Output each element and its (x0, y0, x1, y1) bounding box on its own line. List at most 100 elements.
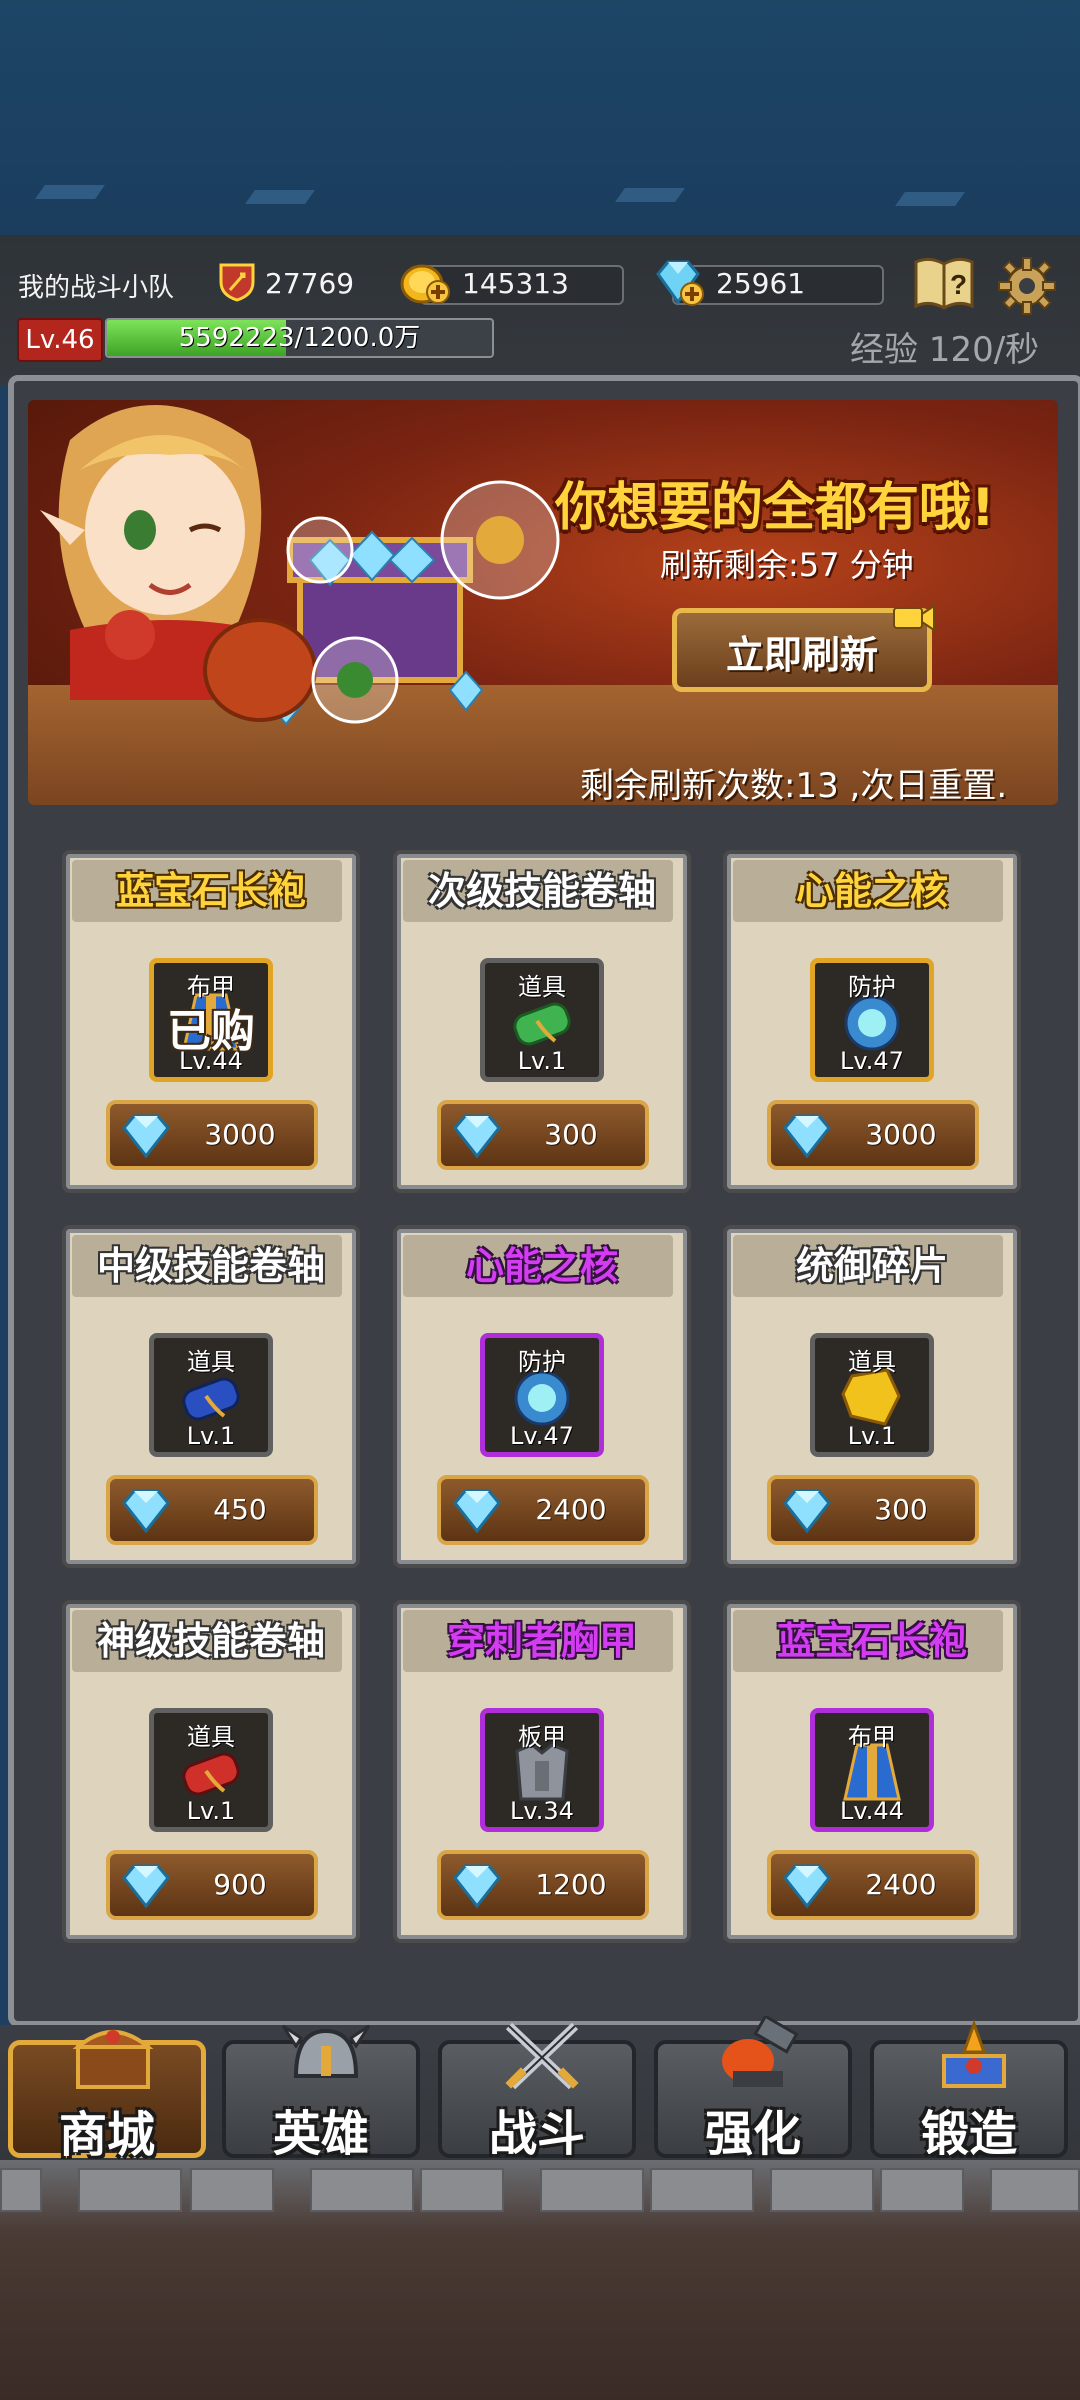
nav-tab-3[interactable]: 强化 (654, 2014, 852, 2162)
buy-button[interactable]: 300 (767, 1475, 979, 1545)
item-level: Lv.34 (510, 1797, 574, 1825)
nav-tab-2[interactable]: 战斗 (438, 2022, 636, 2162)
item-slot[interactable]: 道具 Lv.1 (149, 1333, 273, 1457)
buy-button[interactable]: 300 (437, 1100, 649, 1170)
item-slot[interactable]: 道具 Lv.1 (149, 1708, 273, 1832)
buy-button[interactable]: 3000 (767, 1100, 979, 1170)
nav-tab-label: 英雄 (272, 2106, 369, 2162)
nav-tab-1[interactable]: 英雄 (222, 2024, 420, 2162)
item-name: 心能之核 (465, 1244, 618, 1288)
ground-brick (990, 2168, 1080, 2212)
nav-tab-label: 商城 (58, 2107, 155, 2163)
treasure-chest-icon (68, 2017, 158, 2097)
team-name: 我的战斗小队 (18, 273, 175, 303)
nav-tab-label: 锻造 (920, 2106, 1017, 2162)
item-price: 900 (213, 1868, 267, 1901)
item-price: 2400 (865, 1868, 937, 1901)
xp-rate: 经验 120/秒 (850, 330, 1040, 370)
item-price: 450 (213, 1493, 267, 1526)
item-type: 防护 (848, 973, 896, 1001)
item-slot[interactable]: 布甲 Lv.44 (810, 1708, 934, 1832)
ground-brick (880, 2168, 964, 2212)
item-slot[interactable]: 防护 Lv.47 (810, 958, 934, 1082)
refresh-timer: 刷新剩余:57 分钟 (660, 546, 914, 584)
buy-button[interactable]: 450 (106, 1475, 318, 1545)
crossed-swords-icon (497, 2016, 587, 2096)
ground-brick (420, 2168, 504, 2212)
diamond-icon (122, 1864, 170, 1909)
item-slot[interactable]: 道具 Lv.1 (480, 958, 604, 1082)
item-name: 穿刺者胸甲 (446, 1619, 637, 1663)
purchased-label: 已购 (167, 1006, 255, 1057)
diamond-icon (453, 1864, 501, 1909)
buy-button[interactable]: 2400 (437, 1475, 649, 1545)
diamond-icon (122, 1114, 170, 1159)
refresh-count-text: 剩余刷新次数:13 ,次日重置. (580, 766, 1008, 806)
shop-item-card[interactable]: 蓝宝石长袍 布甲 Lv.44 2400 (723, 1600, 1021, 1943)
item-level: Lv.47 (510, 1422, 574, 1450)
shop-item-card[interactable]: 心能之核防护 Lv.47 3000 (723, 850, 1021, 1193)
gear-icon[interactable] (996, 255, 1058, 317)
gold-value: 145313 (462, 267, 569, 300)
item-type: 道具 (518, 973, 566, 1001)
buy-button[interactable]: 900 (106, 1850, 318, 1920)
shop-item-card[interactable]: 中级技能卷轴道具 Lv.1 450 (62, 1225, 360, 1568)
anvil-hammer-icon (713, 2014, 803, 2096)
item-price: 1200 (535, 1868, 607, 1901)
item-price: 3000 (204, 1118, 276, 1151)
banner-title: 你想要的全都有哦! (555, 478, 995, 538)
item-slot[interactable]: 道具 Lv.1 (810, 1333, 934, 1457)
item-name: 中级技能卷轴 (96, 1244, 325, 1288)
shop-item-card[interactable]: 穿刺者胸甲板甲 Lv.34 1200 (393, 1600, 691, 1943)
camera-icon (893, 604, 935, 632)
item-type: 布甲 (848, 1723, 896, 1751)
diamond-add-icon[interactable] (652, 258, 704, 308)
nav-tab-4[interactable]: 锻造 (870, 2019, 1068, 2162)
background-sky (0, 0, 1080, 235)
combat-power-icon (219, 263, 255, 302)
svg-text:?: ? (950, 269, 967, 300)
shop-item-card[interactable]: 心能之核防护 Lv.47 2400 (393, 1225, 691, 1568)
diamond-icon (783, 1864, 831, 1909)
item-type: 道具 (187, 1723, 235, 1751)
nav-tab-label: 战斗 (488, 2106, 585, 2162)
gold-coin-add-icon[interactable] (398, 258, 452, 308)
diamond-icon (453, 1489, 501, 1534)
gem-value: 25961 (716, 267, 806, 300)
shop-item-card[interactable]: 次级技能卷轴道具 Lv.1 300 (393, 850, 691, 1193)
forge-icon (929, 2016, 1019, 2096)
xp-progress-text: 5592223/1200.0万 (178, 323, 421, 353)
help-book-icon[interactable]: ? (912, 254, 976, 314)
ground-brick (0, 2168, 42, 2212)
item-type: 道具 (187, 1348, 235, 1376)
shop-item-card[interactable]: 统御碎片道具 Lv.1 300 (723, 1225, 1021, 1568)
item-type: 防护 (518, 1348, 566, 1376)
item-type: 板甲 (518, 1723, 566, 1751)
shop-item-card[interactable]: 神级技能卷轴道具 Lv.1 900 (62, 1600, 360, 1943)
diamond-icon (122, 1489, 170, 1534)
item-name: 次级技能卷轴 (427, 869, 656, 913)
ground-brick (310, 2168, 414, 2212)
item-name: 统御碎片 (795, 1244, 948, 1288)
buy-button[interactable]: 2400 (767, 1850, 979, 1920)
diamond-icon (453, 1114, 501, 1159)
item-name: 蓝宝石长袍 (115, 869, 306, 913)
item-level: Lv.1 (517, 1047, 567, 1075)
shop-item-card[interactable]: 蓝宝石长袍布甲 Lv.44 已购 3000 (62, 850, 360, 1193)
combat-power-value: 27769 (265, 267, 355, 300)
diamond-icon (783, 1114, 831, 1159)
item-name: 心能之核 (795, 869, 948, 913)
item-level: Lv.1 (847, 1422, 897, 1450)
item-slot[interactable]: 板甲 Lv.34 (480, 1708, 604, 1832)
item-level: Lv.1 (186, 1797, 236, 1825)
ground-brick (770, 2168, 874, 2212)
buy-button[interactable]: 3000 (106, 1100, 318, 1170)
item-name: 神级技能卷轴 (96, 1619, 325, 1663)
item-slot[interactable]: 防护 Lv.47 (480, 1333, 604, 1457)
diamond-icon (783, 1489, 831, 1534)
nav-tab-0[interactable]: 商城 (8, 2030, 206, 2163)
buy-button[interactable]: 1200 (437, 1850, 649, 1920)
ground-brick (190, 2168, 274, 2212)
item-slot[interactable]: 布甲 Lv.44 已购 (149, 958, 273, 1082)
ground-brick (78, 2168, 182, 2212)
